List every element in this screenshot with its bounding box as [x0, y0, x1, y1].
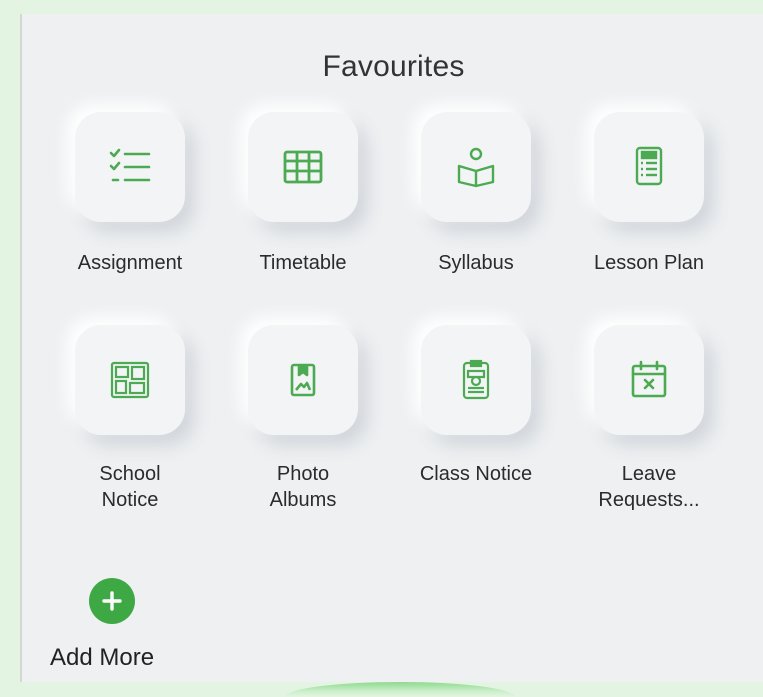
- document-list-icon: [635, 146, 663, 186]
- favourites-panel: Favourites Assignment Timetable Syllabus…: [20, 14, 763, 682]
- bottom-glow: [285, 682, 515, 697]
- bulletin-board-icon: [110, 361, 150, 399]
- label-photo-albums: Photo Albums: [269, 463, 337, 511]
- section-title: Favourites: [322, 50, 465, 83]
- favourite-photo-albums[interactable]: [248, 325, 358, 435]
- photo-album-icon: [290, 363, 316, 397]
- add-more-button[interactable]: [89, 578, 135, 624]
- calendar-cancel-icon: [631, 360, 667, 398]
- label-lesson-plan: Lesson Plan: [593, 252, 705, 274]
- clipboard-icon: [462, 359, 490, 400]
- label-leave-requests: Leave Requests...: [598, 463, 700, 511]
- favourite-leave-requests[interactable]: [594, 325, 704, 435]
- add-more-label[interactable]: Add More: [50, 644, 154, 672]
- favourite-timetable[interactable]: [248, 112, 358, 222]
- label-syllabus: Syllabus: [438, 252, 514, 274]
- favourite-syllabus[interactable]: [421, 112, 531, 222]
- label-assignment: Assignment: [77, 252, 183, 274]
- favourite-assignment[interactable]: [75, 112, 185, 222]
- person-book-icon: [457, 147, 495, 188]
- plus-icon: [102, 591, 122, 611]
- favourite-school-notice[interactable]: [75, 325, 185, 435]
- label-school-notice: School Notice: [99, 463, 161, 511]
- favourite-lesson-plan[interactable]: [594, 112, 704, 222]
- label-timetable: Timetable: [259, 252, 347, 274]
- grid-table-icon: [283, 150, 323, 184]
- checklist-icon: [109, 148, 151, 182]
- favourite-class-notice[interactable]: [421, 325, 531, 435]
- label-class-notice: Class Notice: [419, 463, 533, 485]
